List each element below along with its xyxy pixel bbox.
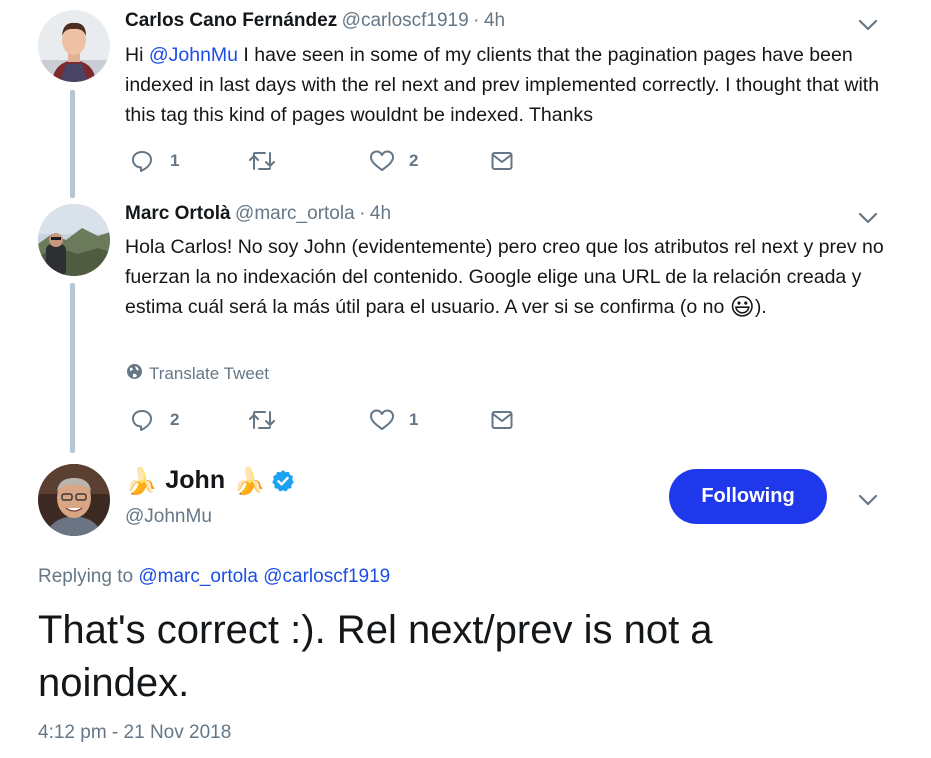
like-icon: [369, 408, 395, 432]
reply-button[interactable]: 2: [130, 408, 179, 432]
like-count: 1: [409, 410, 419, 429]
direct-message-button[interactable]: [490, 149, 514, 173]
mention-link[interactable]: @marc_ortola: [138, 566, 258, 587]
separator: ·: [359, 203, 366, 224]
grinning-face-emoji: 😃: [729, 294, 755, 321]
retweet-icon: [248, 408, 276, 432]
like-button[interactable]: 2: [369, 149, 418, 173]
tweet-timestamp[interactable]: 4:12 pm - 21 Nov 2018: [38, 722, 231, 744]
banana-emoji: 🍌: [233, 465, 266, 496]
tweet-text-start: Hi: [125, 44, 149, 66]
tweet-text-rest: I have seen in some of my clients that t…: [125, 44, 880, 126]
reply-count: 2: [170, 410, 180, 429]
reply-count: 1: [170, 151, 180, 170]
thread-line: [70, 283, 75, 453]
mention-link[interactable]: @carloscf1919: [263, 566, 390, 587]
thread-line: [70, 90, 75, 198]
replying-to: Replying to @marc_ortola @carloscf1919: [38, 566, 390, 588]
banana-emoji: 🍌: [125, 465, 158, 496]
main-author-handle[interactable]: @JohnMu: [125, 506, 212, 528]
direct-message-button[interactable]: [490, 408, 514, 432]
translate-tweet-link[interactable]: Translate Tweet: [126, 363, 269, 385]
main-tweet-text: That's correct :). Rel next/prev is not …: [38, 608, 713, 705]
author-name[interactable]: Marc Ortolà: [125, 203, 231, 224]
avatar-marc[interactable]: [38, 204, 110, 276]
chevron-down-icon[interactable]: [857, 18, 879, 32]
replying-prefix: Replying to: [38, 566, 134, 587]
mention-link[interactable]: @JohnMu: [149, 44, 238, 66]
message-icon: [490, 149, 514, 173]
reply-icon: [130, 149, 154, 173]
author-name: John: [165, 466, 226, 494]
separator: ·: [473, 10, 480, 31]
author-handle[interactable]: @marc_ortola: [235, 203, 355, 224]
following-button[interactable]: Following: [669, 469, 827, 524]
tweet-text-end: ).: [754, 296, 767, 318]
tweet-text: Hola Carlos! No soy John (evidentemente)…: [125, 232, 885, 323]
like-count: 2: [409, 151, 419, 170]
reply-button[interactable]: 1: [130, 149, 179, 173]
retweet-button[interactable]: [248, 149, 276, 173]
tweet-time[interactable]: 4h: [370, 203, 391, 224]
reply-icon: [130, 408, 154, 432]
tweet-time[interactable]: 4h: [484, 10, 505, 31]
like-button[interactable]: 1: [369, 408, 418, 432]
avatar-carlos[interactable]: [38, 10, 110, 82]
avatar-john[interactable]: [38, 464, 110, 536]
author-name[interactable]: Carlos Cano Fernández: [125, 10, 337, 31]
message-icon: [490, 408, 514, 432]
verified-badge-icon: [271, 469, 295, 493]
chevron-down-icon[interactable]: [857, 211, 879, 225]
globe-icon: [126, 363, 143, 385]
tweet-header: Marc Ortolà @marc_ortola · 4h: [125, 203, 391, 225]
retweet-button[interactable]: [248, 408, 276, 432]
retweet-icon: [248, 149, 276, 173]
chevron-down-icon[interactable]: [857, 493, 879, 507]
translate-label: Translate Tweet: [149, 364, 270, 383]
main-author-name[interactable]: 🍌 John 🍌: [125, 466, 295, 495]
tweet-text-body: Hola Carlos! No soy John (evidentemente)…: [125, 236, 884, 318]
tweet-header: Carlos Cano Fernández @carloscf1919 · 4h: [125, 10, 505, 32]
tweet-text: Hi @JohnMu I have seen in some of my cli…: [125, 40, 885, 130]
like-icon: [369, 149, 395, 173]
author-handle[interactable]: @carloscf1919: [342, 10, 469, 31]
